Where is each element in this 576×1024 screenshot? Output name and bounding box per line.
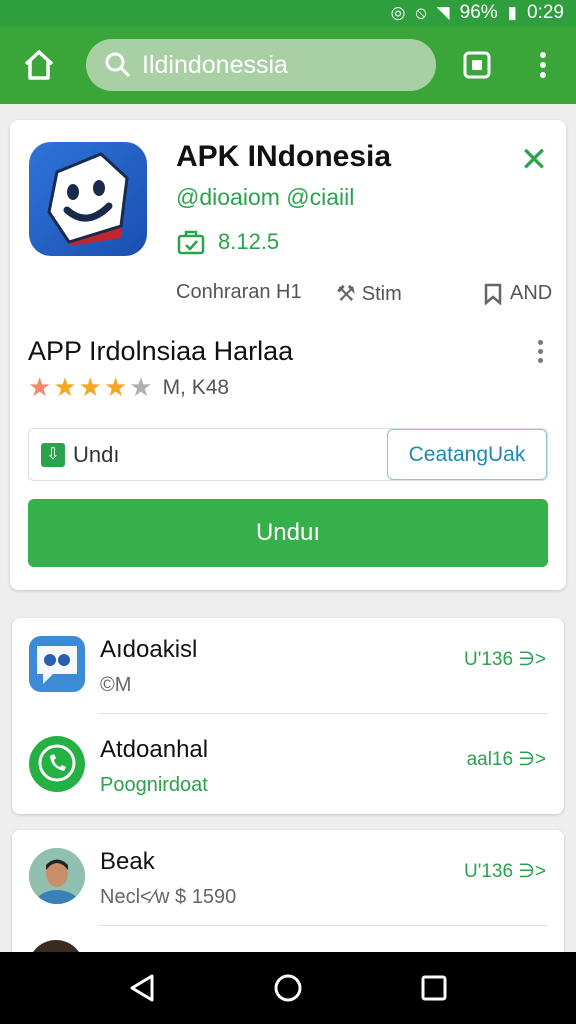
chat-app-icon xyxy=(29,636,85,692)
star-icon: ★ xyxy=(103,372,128,402)
more-vert-icon xyxy=(540,52,546,78)
overflow-menu-button[interactable] xyxy=(518,40,568,90)
star-empty-icon: ★ xyxy=(129,372,153,402)
whatsapp-icon xyxy=(29,736,85,792)
tabs-button[interactable] xyxy=(452,40,502,90)
status-bar: ◎ ⦸ ◥ 96% ▮ 0:29 xyxy=(0,0,576,26)
search-query: Ildindonessia xyxy=(142,50,288,79)
action-segment: ⇩ Undı CeatangUak xyxy=(28,428,548,481)
star-icon: ★ xyxy=(78,372,102,402)
meta-info: Conhraran H1 xyxy=(176,281,302,304)
version-text: 8.12.5 xyxy=(218,229,280,254)
app-icon[interactable] xyxy=(29,142,147,256)
tabs-icon xyxy=(463,51,491,79)
list-item-subtitle: Poognirdoat xyxy=(100,774,208,796)
list-item-title: Beak xyxy=(100,848,155,875)
search-icon xyxy=(105,52,131,78)
meta-info-label: Conhraran H1 xyxy=(176,281,302,303)
app-subtitle: APP Irdolnsiaa Harlaa xyxy=(28,336,294,366)
app-logo-icon xyxy=(47,152,129,246)
recents-icon[interactable] xyxy=(420,974,448,1002)
list-item-action[interactable]: U'136 ∋> xyxy=(464,860,546,883)
list-item-title: Atdoanhal xyxy=(100,736,209,763)
list-item-action[interactable]: aal16 ∋> xyxy=(467,748,546,771)
rating-row: ★ ★ ★ ★ ★ M, K48 xyxy=(28,372,229,403)
meta-tag-label: AND xyxy=(510,281,553,304)
back-icon[interactable] xyxy=(128,973,156,1003)
bookmark-icon xyxy=(484,283,502,305)
list-item[interactable]: Aıdoakisl ©M U'136 ∋> xyxy=(12,622,564,722)
vibrate-icon: ⦸ xyxy=(415,3,427,22)
review-count: M, K48 xyxy=(162,375,230,399)
battery-percent: 96% xyxy=(459,2,498,23)
divider xyxy=(98,925,548,926)
close-icon: ✕ xyxy=(519,141,549,179)
download-box-icon: ⇩ xyxy=(41,442,65,467)
developer-name[interactable]: @dioaiom @ciaiil xyxy=(176,184,354,211)
version-row: 8.12.5 xyxy=(176,229,279,255)
clock: 0:29 xyxy=(527,2,564,23)
top-toolbar: Ildindonessia xyxy=(0,26,576,104)
meta-tag: AND xyxy=(482,281,552,305)
segment-left[interactable]: ⇩ Undı xyxy=(29,429,387,480)
search-bar[interactable]: Ildindonessia xyxy=(86,39,436,91)
app-title: APK INdonesia xyxy=(176,140,392,173)
close-button[interactable]: ✕ xyxy=(514,140,554,180)
home-nav-icon[interactable] xyxy=(273,973,303,1003)
meta-build: ⚒ Stim xyxy=(336,281,402,307)
alarm-icon: ◎ xyxy=(390,3,406,22)
list-item-action[interactable]: U'136 ∋> xyxy=(464,648,546,671)
segment-left-label: Undı xyxy=(73,441,120,467)
download-label: Unduı xyxy=(255,519,321,546)
list-item-subtitle: Necl<∕w $ 1590 xyxy=(100,886,237,908)
star-icon: ★ xyxy=(53,372,77,402)
segment-right-label: CeatangUak xyxy=(408,442,526,466)
home-button[interactable] xyxy=(0,26,78,104)
meta-build-label: Stim xyxy=(361,282,402,305)
system-nav-bar xyxy=(0,952,576,1024)
download-button[interactable]: Unduı xyxy=(28,499,548,567)
list-item-title: Aıdoakisl xyxy=(100,636,198,663)
app-options-button[interactable] xyxy=(528,334,552,368)
segment-right-button[interactable]: CeatangUak xyxy=(387,429,547,480)
battery-icon: ▮ xyxy=(507,3,518,22)
wifi-icon: ◥ xyxy=(436,3,450,22)
list-item[interactable]: Atdoanhal Poognirdoat aal16 ∋> xyxy=(12,722,564,822)
divider xyxy=(98,713,548,714)
list-item-subtitle: ©M xyxy=(100,674,132,696)
package-icon xyxy=(177,230,205,255)
star-icon: ★ xyxy=(28,372,52,402)
list-item[interactable]: Beak Necl<∕w $ 1590 U'136 ∋> xyxy=(12,834,564,934)
hammer-icon: ⚒ xyxy=(336,281,356,306)
avatar xyxy=(29,848,85,904)
home-icon xyxy=(24,50,54,80)
